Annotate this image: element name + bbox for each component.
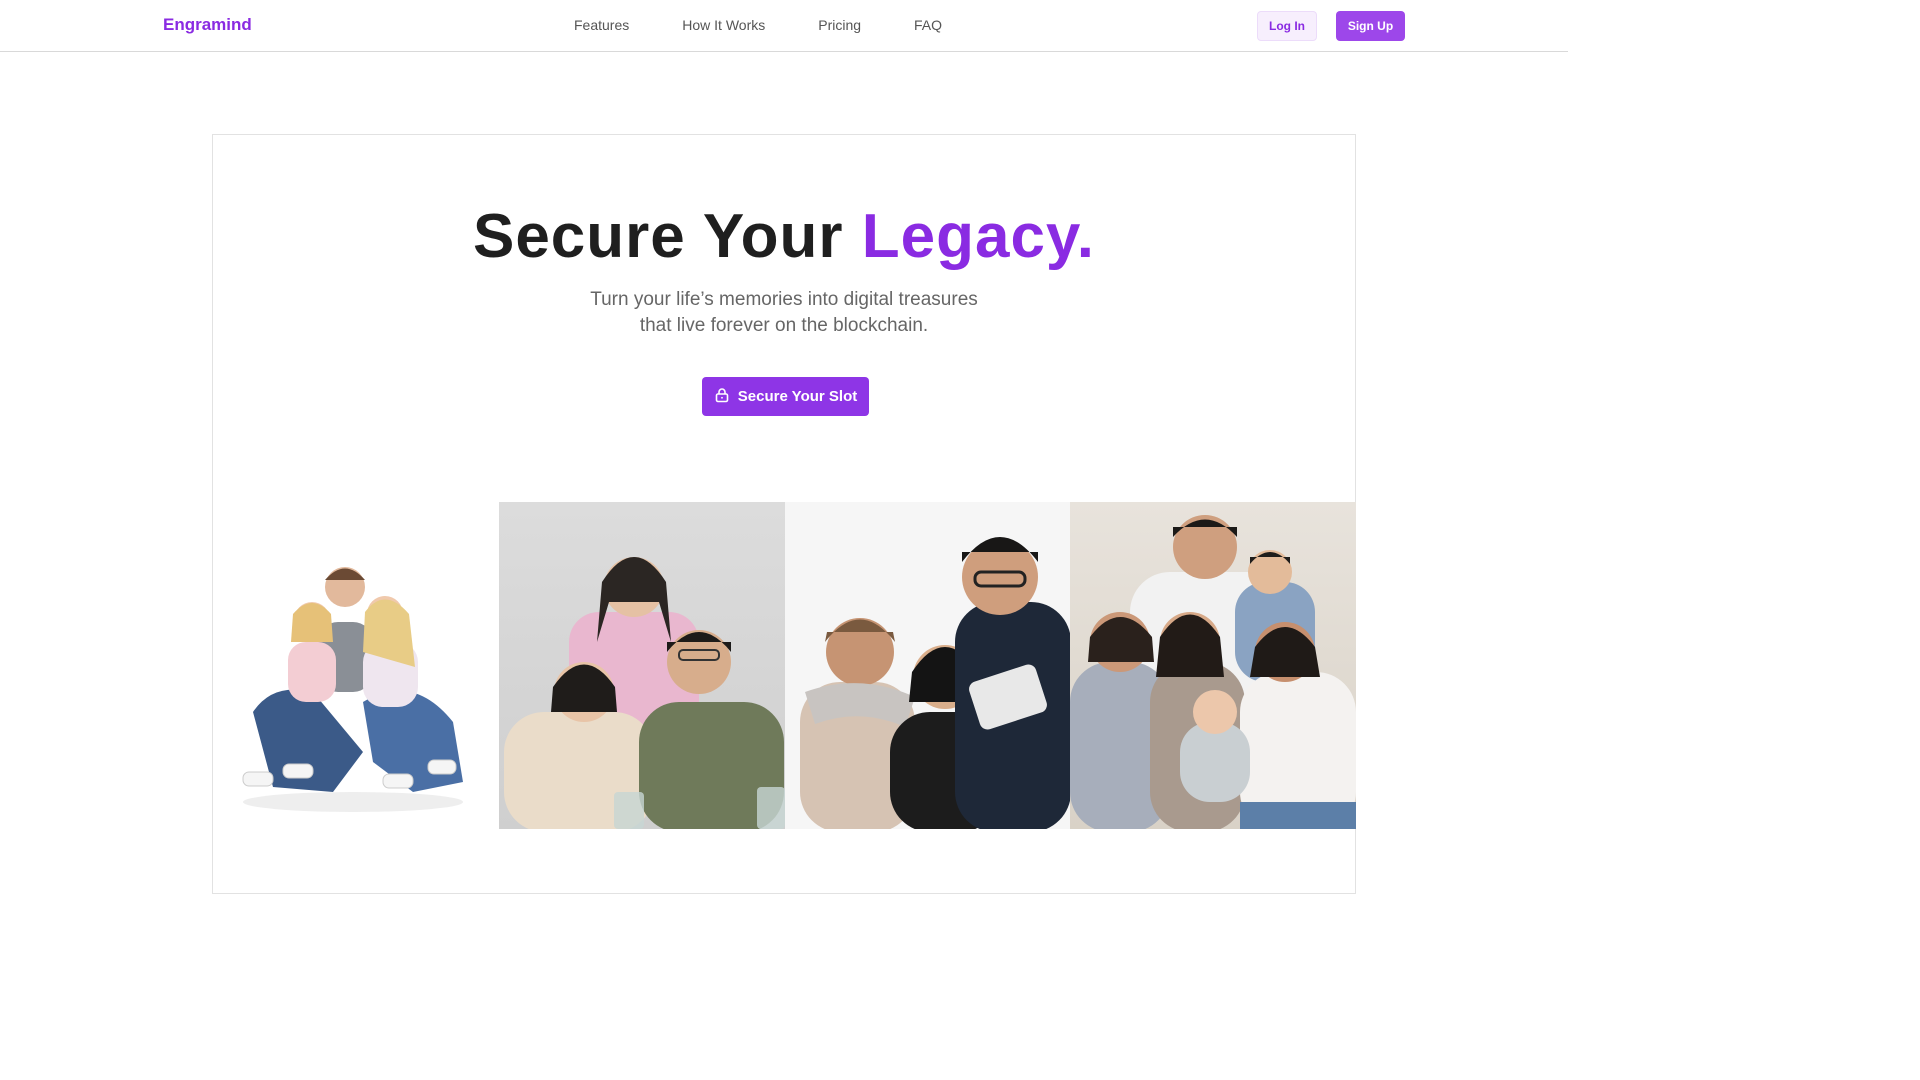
top-navbar: Engramind Features How It Works Pricing … — [0, 0, 1568, 52]
family-photo-4 — [1070, 502, 1356, 829]
brand-logo[interactable]: Engramind — [163, 15, 252, 35]
nav-link-pricing[interactable]: Pricing — [818, 17, 861, 33]
secure-slot-button[interactable]: Secure Your Slot — [702, 377, 869, 416]
hero-card: Secure Your Legacy. Turn your life’s mem… — [212, 134, 1356, 894]
hero-title-accent: Legacy. — [861, 202, 1096, 271]
secure-slot-label: Secure Your Slot — [737, 388, 858, 405]
hero-subtitle: Turn your life’s memories into digital t… — [213, 287, 1355, 339]
hero-subtitle-line-2: that live forever on the blockchain. — [639, 315, 929, 336]
nav-links: Features How It Works Pricing FAQ — [574, 17, 942, 33]
lock-icon — [714, 387, 730, 407]
signup-button[interactable]: Sign Up — [1336, 11, 1405, 41]
nav-link-faq[interactable]: FAQ — [914, 17, 942, 33]
hero-title-main: Secure Your — [472, 202, 844, 271]
photo-strip — [213, 502, 1356, 829]
family-photo-1 — [213, 502, 499, 829]
hero-subtitle-line-1: Turn your life’s memories into digital t… — [590, 289, 978, 310]
family-photo-2 — [498, 502, 785, 829]
nav-link-how-it-works[interactable]: How It Works — [682, 17, 765, 33]
hero-title: Secure Your Legacy. — [213, 201, 1355, 272]
family-photo-3 — [784, 502, 1071, 829]
nav-link-features[interactable]: Features — [574, 17, 629, 33]
login-button[interactable]: Log In — [1257, 11, 1317, 41]
